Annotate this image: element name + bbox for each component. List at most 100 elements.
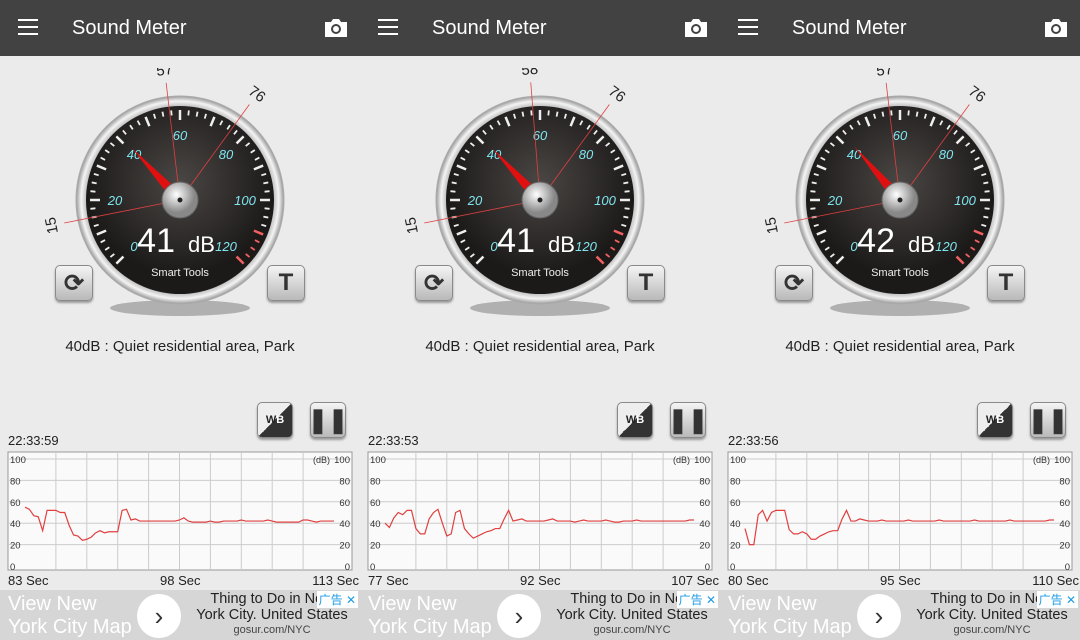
min-value-label: 15 xyxy=(42,216,62,236)
gauge-tick xyxy=(161,111,165,117)
x-label-mid: 92 Sec xyxy=(520,573,561,588)
pause-button[interactable]: ❚❚ xyxy=(307,402,349,438)
y-tick-left: 0 xyxy=(10,562,15,573)
y-tick-left: 40 xyxy=(10,519,21,530)
min-value-label: 15 xyxy=(762,216,782,236)
x-label-end: 110 Sec xyxy=(1032,573,1079,588)
pause-icon: ❚❚ xyxy=(667,406,709,434)
y-tick-right: 20 xyxy=(1059,541,1070,552)
reset-button[interactable]: ⟳ xyxy=(775,265,813,301)
max-value-label: 76 xyxy=(605,83,628,107)
pause-button[interactable]: ❚❚ xyxy=(667,402,709,438)
brand-label: Smart Tools xyxy=(511,267,569,279)
chart-unit: (dB) xyxy=(1033,455,1050,465)
y-tick-left: 20 xyxy=(730,541,741,552)
chart-unit: (dB) xyxy=(313,455,330,465)
ad-arrow-button[interactable]: › xyxy=(497,594,541,638)
x-label-mid: 95 Sec xyxy=(880,573,921,588)
reset-button[interactable]: ⟳ xyxy=(415,265,453,301)
timer-button[interactable]: T xyxy=(267,265,305,301)
ad-banner[interactable]: View New York City Map › Thing to Do in N… xyxy=(0,590,360,640)
white-black-toggle-button[interactable]: WB xyxy=(257,402,293,438)
db-unit: dB xyxy=(908,232,935,257)
timer-button[interactable]: T xyxy=(627,265,665,301)
t-icon: T xyxy=(278,269,294,296)
ad-arrow-button[interactable]: › xyxy=(857,594,901,638)
gauge-scale-label: 80 xyxy=(939,147,954,162)
white-black-toggle-button[interactable]: WB xyxy=(617,402,653,438)
gauge-tick xyxy=(263,215,269,219)
gauge-tick xyxy=(195,111,199,117)
camera-icon[interactable] xyxy=(323,18,349,38)
ad-url: gosur.com/NYC xyxy=(593,624,671,636)
y-tick-left: 60 xyxy=(10,498,21,509)
y-tick-right: 40 xyxy=(1059,519,1070,530)
timestamp: 22:33:53 xyxy=(368,433,419,448)
app-title: Sound Meter xyxy=(432,17,547,39)
gauge-scale-label: 120 xyxy=(215,239,237,254)
hamburger-menu-icon[interactable] xyxy=(738,19,758,35)
ad-text-line2: York City. United States xyxy=(556,607,708,623)
db-unit: dB xyxy=(548,232,575,257)
current-db-value: 41 xyxy=(137,222,175,260)
timer-button[interactable]: T xyxy=(987,265,1025,301)
ad-banner[interactable]: View New York City Map › Thing to Do in N… xyxy=(720,590,1080,640)
ad-headline-line2: York City Map xyxy=(368,616,492,638)
camera-icon[interactable] xyxy=(683,18,709,38)
brand-label: Smart Tools xyxy=(151,267,209,279)
pause-button[interactable]: ❚❚ xyxy=(1027,402,1069,438)
ad-close-button[interactable]: 广告 ✕ xyxy=(1036,591,1078,608)
hamburger-menu-icon[interactable] xyxy=(18,19,38,35)
ad-close-button[interactable]: 广告 ✕ xyxy=(316,591,358,608)
y-tick-left: 80 xyxy=(370,476,381,487)
gauge-tick xyxy=(91,181,97,185)
db-unit: dB xyxy=(188,232,215,257)
y-tick-right: 60 xyxy=(1059,498,1070,509)
pause-icon: ❚❚ xyxy=(307,406,349,434)
avg-value-label: 57 xyxy=(875,68,894,80)
gauge-tick xyxy=(623,181,629,185)
refresh-icon: ⟳ xyxy=(423,269,445,297)
ad-close-button[interactable]: 广告 ✕ xyxy=(676,591,718,608)
gauge-scale-label: 60 xyxy=(893,128,908,143)
gauge-scale-label: 100 xyxy=(594,193,616,208)
gauge-tick xyxy=(983,215,989,219)
ad-badge: 广告 xyxy=(1038,593,1063,607)
min-value-label: 15 xyxy=(402,216,422,236)
ad-badge: 广告 xyxy=(318,593,343,607)
app-bar: Sound Meter xyxy=(0,0,360,56)
gauge-tick xyxy=(555,111,559,117)
ad-arrow-button[interactable]: › xyxy=(137,594,181,638)
close-icon: ✕ xyxy=(345,593,356,607)
pause-icon: ❚❚ xyxy=(1027,406,1069,434)
noise-level-description: 40dB : Quiet residential area, Park xyxy=(785,338,1015,355)
close-icon: ✕ xyxy=(705,593,716,607)
gauge-scale-label: 40 xyxy=(127,147,142,162)
gauge-tick xyxy=(983,181,989,185)
ad-url: gosur.com/NYC xyxy=(233,624,311,636)
gauge-scale-label: 20 xyxy=(467,193,483,208)
app-title: Sound Meter xyxy=(792,17,907,39)
gauge-scale-label: 100 xyxy=(234,193,256,208)
gauge-tick xyxy=(263,181,269,185)
y-tick-left: 100 xyxy=(370,455,386,466)
gauge-scale-label: 80 xyxy=(219,147,234,162)
white-black-toggle-button[interactable]: WB xyxy=(977,402,1013,438)
ad-banner[interactable]: View New York City Map › Thing to Do in N… xyxy=(360,590,720,640)
gauge-scale-label: 20 xyxy=(827,193,843,208)
ad-headline[interactable]: View New York City Map xyxy=(368,593,492,639)
avg-value-label: 58 xyxy=(521,68,539,79)
white-black-toggle-icon: WB xyxy=(985,414,1005,426)
camera-icon[interactable] xyxy=(1043,18,1069,38)
ad-headline[interactable]: View New York City Map xyxy=(8,593,132,639)
current-db-value: 41 xyxy=(497,222,535,260)
y-tick-left: 100 xyxy=(10,455,26,466)
history-chart: 100 100 80 80 60 60 40 40 20 20 0 0 (dB) xyxy=(7,451,353,573)
y-tick-right: 100 xyxy=(1054,455,1070,466)
gauge-tick xyxy=(623,215,629,219)
ad-badge: 广告 xyxy=(678,593,703,607)
hamburger-menu-icon[interactable] xyxy=(378,19,398,35)
reset-button[interactable]: ⟳ xyxy=(55,265,93,301)
ad-headline[interactable]: View New York City Map xyxy=(728,593,852,639)
sound-meter-screen: Sound Meter 0 20 40 60 80 100 120 15 58 76 41 … xyxy=(360,0,720,640)
